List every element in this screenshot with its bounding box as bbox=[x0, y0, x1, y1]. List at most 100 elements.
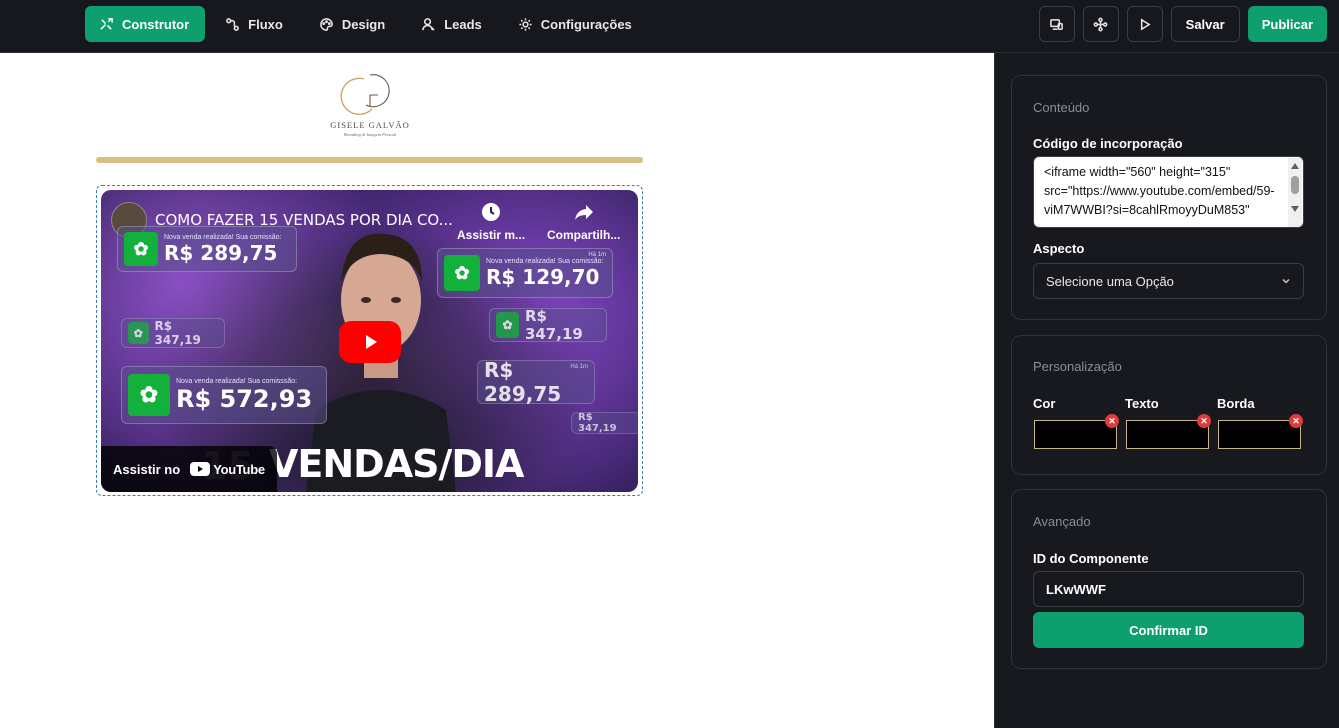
scroll-down-icon[interactable] bbox=[1291, 206, 1299, 212]
section-title: Personalização bbox=[1033, 359, 1122, 374]
nav-leads[interactable]: Leads bbox=[407, 6, 498, 42]
sale-notification: Há 1m ✿ Nova venda realizada! Sua comiss… bbox=[437, 248, 613, 298]
preview-play-button[interactable] bbox=[1126, 6, 1163, 42]
component-id-label: ID do Componente bbox=[1033, 551, 1149, 566]
brand-logo[interactable]: GISELE GALVÃO Branding & Imagem Pessoal bbox=[320, 71, 420, 143]
color-label: Cor bbox=[1033, 396, 1056, 411]
sale-time: Há 1m bbox=[570, 364, 588, 370]
play-icon bbox=[366, 335, 377, 349]
clear-color-icon[interactable]: ✕ bbox=[1105, 414, 1119, 428]
cactus-icon: ✿ bbox=[444, 255, 480, 291]
scroll-up-icon[interactable] bbox=[1291, 163, 1299, 169]
watch-later-button[interactable]: Assistir m... bbox=[457, 202, 525, 242]
sale-caption: Nova venda realizada! Sua comissão: bbox=[486, 257, 604, 265]
nav-label: Leads bbox=[444, 16, 482, 32]
confirm-id-button[interactable]: Confirmar ID bbox=[1033, 612, 1304, 648]
personalization-section: Personalização Cor ✕ Texto ✕ Borda ✕ bbox=[1011, 335, 1327, 475]
clear-text-color-icon[interactable]: ✕ bbox=[1197, 414, 1211, 428]
sale-amount: R$ 572,93 bbox=[176, 384, 313, 413]
save-button[interactable]: Salvar bbox=[1170, 6, 1240, 42]
sale-amount: R$ 129,70 bbox=[486, 264, 600, 289]
sale-notification: ✿ Nova venda realizada! Sua comissão: R$… bbox=[117, 226, 297, 272]
video-player[interactable]: COMO FAZER 15 VENDAS POR DIA CO... Assis… bbox=[101, 190, 638, 492]
nav-label: Construtor bbox=[122, 16, 190, 32]
sale-caption: Nova venda realizada! Sua comisssão: bbox=[176, 377, 298, 385]
logo-name: GISELE GALVÃO bbox=[330, 120, 410, 130]
sale-amount: R$ 347,19 bbox=[154, 319, 201, 347]
sale-time: Há 1m bbox=[588, 252, 606, 258]
youtube-embed-component[interactable]: COMO FAZER 15 VENDAS POR DIA CO... Assis… bbox=[96, 185, 643, 496]
builder-canvas: GISELE GALVÃO Branding & Imagem Pessoal … bbox=[0, 53, 994, 728]
nav-design[interactable]: Design bbox=[305, 6, 401, 42]
component-id-input[interactable]: LKwWWF bbox=[1033, 571, 1304, 607]
gear-icon bbox=[519, 17, 532, 31]
sale-caption: Nova venda realizada! Sua comissão: bbox=[164, 233, 282, 241]
color-swatch[interactable] bbox=[1034, 420, 1117, 449]
builder-icon bbox=[100, 17, 113, 30]
sale-amount: R$ 347,19 bbox=[524, 307, 583, 343]
sale-notification: ✿ R$ 347,19 bbox=[489, 307, 607, 343]
color-picker-texto: Texto ✕ bbox=[1125, 396, 1213, 452]
logo-mark-icon: GISELE GALVÃO Branding & Imagem Pessoal bbox=[330, 74, 410, 137]
text-color-swatch[interactable] bbox=[1126, 420, 1209, 449]
chevron-down-icon bbox=[1282, 278, 1290, 284]
youtube-logo: YouTube bbox=[190, 462, 265, 477]
embed-code-value: <iframe width="560" height="315" src="ht… bbox=[1044, 165, 1275, 217]
divider-bar[interactable] bbox=[96, 157, 643, 163]
properties-panel: Conteúdo Código de incorporação <iframe … bbox=[994, 53, 1339, 728]
share-nodes-icon bbox=[1093, 17, 1108, 31]
aspect-label: Aspecto bbox=[1033, 241, 1085, 256]
youtube-play-icon bbox=[190, 462, 211, 476]
flow-icon bbox=[226, 17, 240, 31]
nav-fluxo[interactable]: Fluxo bbox=[211, 6, 299, 42]
text-color-label: Texto bbox=[1125, 396, 1159, 411]
watch-on-label: Assistir no bbox=[113, 461, 181, 477]
border-color-swatch[interactable] bbox=[1218, 420, 1301, 449]
cactus-icon: ✿ bbox=[128, 374, 170, 416]
video-play-button[interactable] bbox=[339, 321, 401, 363]
share-button[interactable] bbox=[1082, 6, 1119, 42]
palette-icon bbox=[320, 17, 333, 31]
share-video-label: Compartilh... bbox=[547, 228, 621, 242]
section-title: Conteúdo bbox=[1033, 100, 1090, 115]
sale-notification: ✿ Nova venda realizada! Sua comisssão: R… bbox=[121, 366, 327, 424]
color-picker-borda: Borda ✕ bbox=[1217, 396, 1305, 452]
sale-notification: Há 1m R$ 289,75 bbox=[477, 358, 595, 406]
sale-amount: R$ 289,75 bbox=[164, 240, 278, 265]
preview-devices-button[interactable] bbox=[1038, 6, 1075, 42]
textarea-scrollbar[interactable] bbox=[1288, 158, 1302, 227]
nav-construtor[interactable]: Construtor bbox=[85, 6, 206, 42]
clear-border-color-icon[interactable]: ✕ bbox=[1289, 414, 1303, 428]
nav-label: Fluxo bbox=[248, 16, 283, 32]
thumbnail-headline: VENDAS/DIA bbox=[269, 442, 524, 486]
sale-notification: R$ 347,19 bbox=[571, 412, 638, 434]
watch-later-label: Assistir m... bbox=[457, 228, 526, 242]
nav-configuracoes[interactable]: Configurações bbox=[504, 6, 648, 42]
sale-amount: R$ 347,19 bbox=[578, 412, 617, 434]
devices-icon bbox=[1050, 18, 1064, 30]
share-video-button[interactable]: Compartilh... bbox=[547, 202, 620, 242]
cactus-icon: ✿ bbox=[496, 312, 519, 338]
publish-button[interactable]: Publicar bbox=[1247, 6, 1327, 42]
aspect-select-value: Selecione uma Opção bbox=[1046, 273, 1174, 289]
logo-tagline: Branding & Imagem Pessoal bbox=[344, 132, 397, 137]
cactus-icon: ✿ bbox=[124, 232, 158, 266]
top-bar: Construtor Fluxo Design Leads Configuraç… bbox=[0, 0, 1339, 53]
main-nav: Construtor Fluxo Design Leads Configuraç… bbox=[85, 6, 648, 42]
aspect-select[interactable]: Selecione uma Opção bbox=[1033, 263, 1304, 299]
play-icon bbox=[1141, 17, 1151, 31]
embed-code-label: Código de incorporação bbox=[1033, 136, 1183, 151]
advanced-section: Avançado ID do Componente LKwWWF Confirm… bbox=[1011, 489, 1327, 669]
content-section: Conteúdo Código de incorporação <iframe … bbox=[1011, 75, 1327, 320]
toolbar-actions: Salvar Publicar bbox=[1038, 6, 1327, 42]
share-arrow-icon bbox=[574, 205, 593, 220]
watch-on-youtube-link[interactable]: Assistir no YouTube bbox=[101, 446, 277, 492]
nav-label: Design bbox=[341, 16, 386, 32]
scroll-thumb[interactable] bbox=[1291, 176, 1299, 194]
section-title: Avançado bbox=[1033, 514, 1091, 529]
cactus-icon: ✿ bbox=[128, 322, 149, 344]
embed-code-textarea[interactable]: <iframe width="560" height="315" src="ht… bbox=[1033, 156, 1304, 228]
nav-label: Configurações bbox=[540, 16, 632, 32]
border-color-label: Borda bbox=[1217, 396, 1255, 411]
youtube-wordmark: YouTube bbox=[213, 461, 265, 477]
